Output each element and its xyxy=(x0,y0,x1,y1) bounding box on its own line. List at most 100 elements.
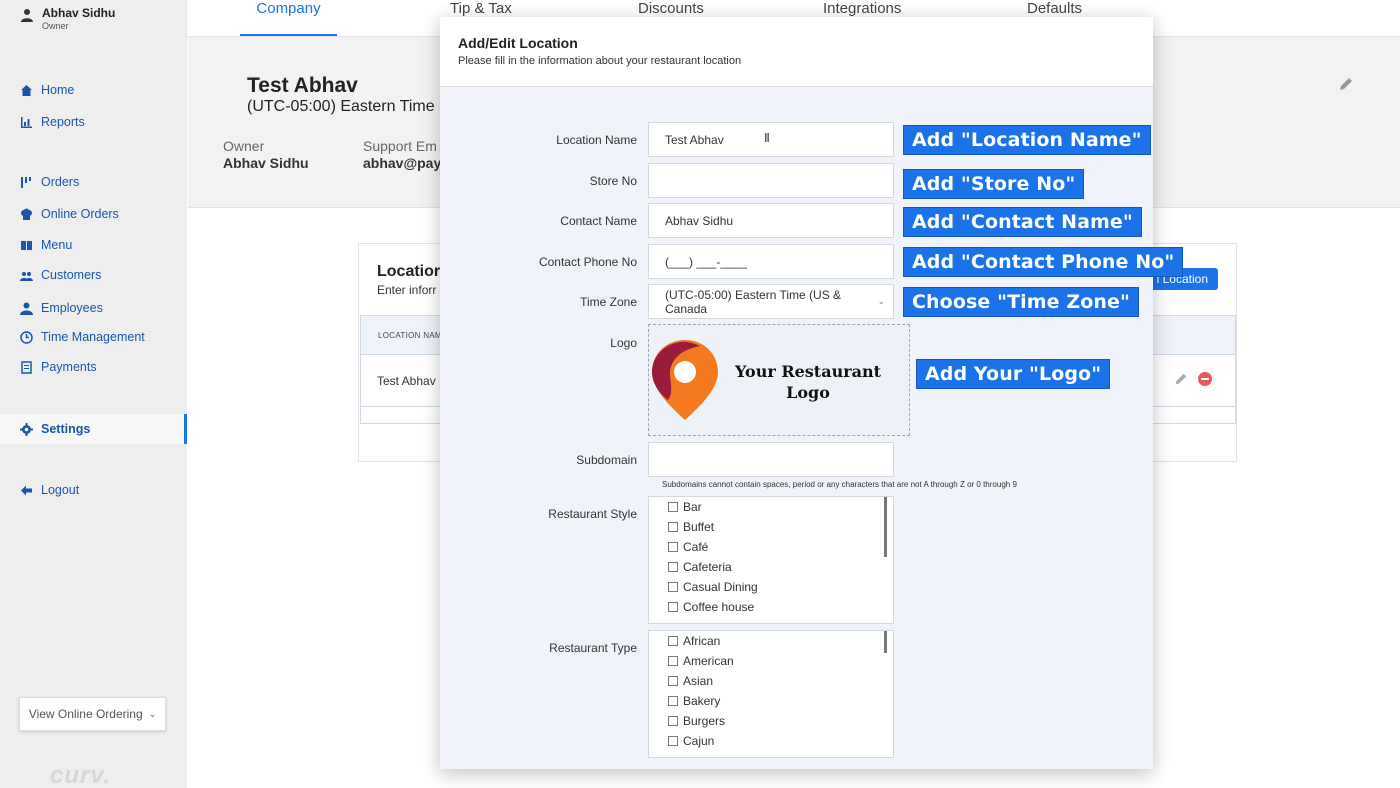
location-name-input[interactable]: Test Abhav xyxy=(648,122,894,157)
list-item[interactable]: Burgers xyxy=(668,714,725,728)
list-item[interactable]: Casual Dining xyxy=(668,580,758,594)
location-name-value: Test Abhav xyxy=(665,132,724,147)
sidebar-item-home[interactable]: Home xyxy=(20,80,74,100)
checkbox[interactable] xyxy=(668,602,678,612)
company-name: Test Abhav xyxy=(247,74,358,97)
sidebar-item-orders[interactable]: Orders xyxy=(20,172,79,192)
sidebar-item-reports[interactable]: Reports xyxy=(20,112,85,132)
checkbox[interactable] xyxy=(668,736,678,746)
checkbox[interactable] xyxy=(668,636,678,646)
store-no-input[interactable] xyxy=(648,163,894,198)
sidebar-item-label: Reports xyxy=(41,115,85,129)
sidebar-item-logout[interactable]: Logout xyxy=(20,480,79,500)
contact-name-input[interactable]: Abhav Sidhu xyxy=(648,203,894,238)
contact-phone-label: Contact Phone No xyxy=(538,255,637,269)
sidebar-item-label: Time Management xyxy=(41,330,145,344)
sidebar-item-label: Customers xyxy=(41,268,102,282)
sidebar-item-customers[interactable]: Customers xyxy=(20,265,101,285)
subdomain-label: Subdomain xyxy=(576,453,637,467)
tab-company[interactable]: Company xyxy=(240,0,337,36)
sidebar-item-menu[interactable]: Menu xyxy=(20,235,72,255)
option-label: Bar xyxy=(683,500,702,514)
sidebar-item-employees[interactable]: Employees xyxy=(20,298,103,318)
contact-name-label: Contact Name xyxy=(560,214,637,228)
sidebar-item-label: Employees xyxy=(41,301,103,315)
list-item[interactable]: African xyxy=(668,634,720,648)
checkbox[interactable] xyxy=(668,696,678,706)
option-label: Cafeteria xyxy=(683,560,732,574)
sidebar-item-payments[interactable]: Payments xyxy=(20,357,97,377)
sidebar-item-label: Orders xyxy=(41,175,80,189)
chef-hat-icon xyxy=(21,208,32,220)
pencil-icon[interactable] xyxy=(1338,76,1354,92)
list-item[interactable]: American xyxy=(668,654,734,668)
option-label: Burgers xyxy=(683,714,726,728)
owner-value: Abhav Sidhu xyxy=(223,155,309,171)
list-item[interactable]: Asian xyxy=(668,674,713,688)
sidebar-item-label: Logout xyxy=(41,483,80,497)
option-label: Bakery xyxy=(683,694,721,708)
gear-icon xyxy=(20,422,33,436)
checkbox[interactable] xyxy=(668,582,678,592)
view-online-ordering-button[interactable]: View Online Ordering ⌄ xyxy=(19,697,166,731)
sidebar-item-label: Menu xyxy=(41,238,73,252)
sidebar-item-label: Payments xyxy=(41,360,97,374)
checkbox[interactable] xyxy=(668,676,678,686)
location-name-label: Location Name xyxy=(556,133,637,147)
option-label: Asian xyxy=(683,674,714,688)
option-label: American xyxy=(683,654,734,668)
company-timezone: (UTC-05:00) Eastern Time xyxy=(247,98,435,115)
orders-icon xyxy=(21,176,31,188)
restaurant-style-label: Restaurant Style xyxy=(548,507,637,521)
book-icon xyxy=(21,240,32,250)
brand-logo: curv. xyxy=(50,762,112,788)
checkbox[interactable] xyxy=(668,522,678,532)
support-email-value: abhav@pay xyxy=(363,155,442,171)
option-label: Coffee house xyxy=(683,600,755,614)
home-icon xyxy=(21,84,32,96)
text-cursor-icon: Ⅱ xyxy=(764,131,770,145)
sidebar-item-label: Home xyxy=(41,83,75,97)
chart-icon xyxy=(21,116,32,128)
sidebar-item-time-management[interactable]: Time Management xyxy=(20,327,145,347)
list-item[interactable]: Buffet xyxy=(668,520,714,534)
sidebar-item-online-orders[interactable]: Online Orders xyxy=(20,204,119,224)
subdomain-hint: Subdomains cannot contain spaces, period… xyxy=(662,480,1017,489)
subdomain-input[interactable] xyxy=(648,442,894,477)
option-label: Café xyxy=(683,540,709,554)
list-item[interactable]: Café xyxy=(668,540,708,554)
logo-text: Your Restaurant Logo xyxy=(734,362,882,402)
sidebar-item-settings[interactable]: Settings xyxy=(0,414,187,444)
scrollbar[interactable] xyxy=(884,497,887,557)
option-label: Cajun xyxy=(683,734,715,748)
contact-name-value: Abhav Sidhu xyxy=(665,213,734,228)
pencil-icon[interactable] xyxy=(1174,372,1188,386)
checkbox[interactable] xyxy=(668,562,678,572)
scrollbar[interactable] xyxy=(884,631,887,653)
list-item[interactable]: Bakery xyxy=(668,694,720,708)
checkbox[interactable] xyxy=(668,656,678,666)
time-zone-select[interactable]: (UTC-05:00) Eastern Time (US & Canada ⌄ xyxy=(648,284,894,319)
list-item[interactable]: Cajun xyxy=(668,734,714,748)
list-item[interactable]: Bar xyxy=(668,500,702,514)
list-item[interactable]: Coffee house xyxy=(668,600,754,614)
chevron-down-icon: ⌄ xyxy=(148,708,157,719)
delete-icon[interactable] xyxy=(1198,372,1212,386)
callout-contact-phone: Add "Contact Phone No" xyxy=(903,247,1184,277)
people-icon xyxy=(20,271,33,281)
checkbox[interactable] xyxy=(668,716,678,726)
location-name-cell: Test Abhav xyxy=(377,374,436,388)
view-online-ordering-label: View Online Ordering xyxy=(28,707,143,721)
user-icon xyxy=(21,9,33,22)
user-name: Abhav Sidhu xyxy=(42,6,116,20)
checkbox[interactable] xyxy=(668,542,678,552)
checkbox[interactable] xyxy=(668,502,678,512)
callout-location-name: Add "Location Name" xyxy=(903,125,1151,155)
contact-phone-input[interactable]: (___) ___-____ xyxy=(648,244,894,279)
modal-header: Add/Edit Location Please fill in the inf… xyxy=(440,17,1153,87)
column-header-location-name: LOCATION NAM xyxy=(378,331,442,340)
user-role: Owner xyxy=(42,21,69,31)
list-item[interactable]: Cafeteria xyxy=(668,560,732,574)
user-profile[interactable]: Abhav Sidhu Owner xyxy=(20,6,115,31)
logo-label: Logo xyxy=(610,336,637,350)
